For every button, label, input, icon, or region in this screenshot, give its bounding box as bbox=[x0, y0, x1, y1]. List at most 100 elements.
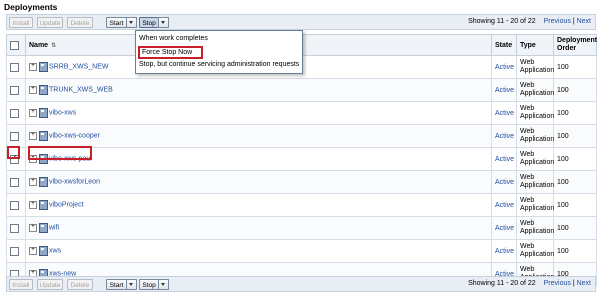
deployment-name-link[interactable]: TRUNK_XWS_WEB bbox=[49, 87, 113, 94]
deployment-order-cell: 100 bbox=[553, 55, 597, 79]
name-cell: + vibo-xwsforLeon bbox=[25, 170, 492, 194]
deployment-name-link[interactable]: wifi bbox=[49, 225, 59, 232]
row-select-cell bbox=[6, 239, 26, 263]
type-cell: Web Application bbox=[516, 124, 554, 148]
row-select-cell bbox=[6, 78, 26, 102]
delete-button[interactable]: Delete bbox=[67, 17, 93, 28]
deployment-order-cell: 100 bbox=[553, 239, 597, 263]
deployment-name-link[interactable]: vibo-xws bbox=[49, 110, 76, 117]
deployment-order-cell: 100 bbox=[553, 216, 597, 240]
row-checkbox[interactable] bbox=[10, 131, 19, 141]
web-application-icon bbox=[39, 246, 48, 256]
table-row: +vibo-xws-paulActiveWeb Application100 bbox=[6, 147, 597, 171]
table-row: + vibo-xwsforLeon Active Web Application 100 bbox=[6, 170, 597, 194]
table-row: + vibo-xws-cooper Active Web Application 100 bbox=[6, 124, 597, 148]
state-cell: Active bbox=[491, 193, 517, 217]
web-application-icon bbox=[39, 131, 48, 141]
web-application-icon bbox=[39, 108, 48, 118]
start-button[interactable]: Start bbox=[106, 17, 127, 28]
table-row: + xws Active Web Application 100 bbox=[6, 239, 597, 263]
expand-icon[interactable]: + bbox=[29, 86, 37, 94]
type-cell: Web Application bbox=[516, 78, 554, 102]
stop-dropdown-arrow[interactable] bbox=[158, 17, 169, 28]
expand-icon[interactable]: + bbox=[29, 132, 37, 140]
state-cell: Active bbox=[491, 101, 517, 125]
deployment-name-link[interactable]: SRRB_XWS_NEW bbox=[49, 64, 109, 71]
chevron-down-icon bbox=[161, 283, 165, 286]
web-application-icon bbox=[39, 85, 48, 95]
deployment-name-link[interactable]: vibo-xwsforLeon bbox=[49, 179, 100, 186]
table-row: + wifi Active Web Application 100 bbox=[6, 216, 597, 240]
install-button[interactable]: Install bbox=[9, 17, 33, 28]
name-header-label: Name bbox=[29, 41, 49, 49]
row-checkbox[interactable] bbox=[10, 108, 19, 118]
name-cell: + viboProject bbox=[25, 193, 492, 217]
expand-icon[interactable]: + bbox=[29, 247, 37, 255]
row-checkbox[interactable] bbox=[10, 85, 19, 95]
stop-dropdown-arrow[interactable] bbox=[158, 279, 169, 290]
state-cell: Active bbox=[491, 147, 517, 171]
deployment-order-cell: 100 bbox=[553, 147, 597, 171]
type-column-header[interactable]: Type bbox=[516, 34, 554, 56]
deployment-order-column-header[interactable]: Deployment Order bbox=[553, 34, 597, 56]
stop-button[interactable]: Stop bbox=[139, 17, 159, 28]
deployment-name-link[interactable]: xws bbox=[49, 248, 61, 255]
select-all-checkbox[interactable] bbox=[10, 40, 19, 50]
row-select-cell bbox=[6, 170, 26, 194]
type-cell: Web Application bbox=[516, 170, 554, 194]
start-dropdown-arrow[interactable] bbox=[126, 17, 137, 28]
menu-item-stop-continue-admin[interactable]: Stop, but continue servicing administrat… bbox=[139, 59, 299, 70]
expand-icon[interactable]: + bbox=[29, 178, 37, 186]
install-button[interactable]: Install bbox=[9, 279, 33, 290]
expand-icon[interactable]: + bbox=[29, 201, 37, 209]
row-checkbox[interactable] bbox=[10, 200, 19, 210]
previous-link[interactable]: Previous bbox=[544, 280, 571, 287]
start-button[interactable]: Start bbox=[106, 279, 127, 290]
expand-icon[interactable]: + bbox=[29, 224, 37, 232]
web-application-icon bbox=[39, 177, 48, 187]
menu-item-force-stop-now[interactable]: Force Stop Now bbox=[138, 46, 203, 59]
expand-icon[interactable]: + bbox=[29, 63, 37, 71]
row-select-cell bbox=[6, 55, 26, 79]
state-cell: Active bbox=[491, 216, 517, 240]
menu-item-when-work-completes[interactable]: When work completes bbox=[139, 33, 208, 44]
state-cell: Active bbox=[491, 55, 517, 79]
state-cell: Active bbox=[491, 170, 517, 194]
start-dropdown-arrow[interactable] bbox=[126, 279, 137, 290]
deployment-name-link[interactable]: vibo-xws-cooper bbox=[49, 133, 100, 140]
stop-dropdown-menu: When work completes Force Stop Now Stop,… bbox=[135, 30, 303, 74]
row-checkbox[interactable] bbox=[10, 246, 19, 256]
next-link[interactable]: Next bbox=[577, 280, 591, 287]
row-checkbox[interactable] bbox=[10, 223, 19, 233]
table-row: + vibo-xws Active Web Application 100 bbox=[6, 101, 597, 125]
delete-button[interactable]: Delete bbox=[67, 279, 93, 290]
row-checkbox[interactable] bbox=[10, 177, 19, 187]
selected-name-highlight bbox=[28, 146, 92, 160]
next-link[interactable]: Next bbox=[577, 18, 591, 25]
chevron-down-icon bbox=[161, 21, 165, 24]
row-select-cell bbox=[6, 216, 26, 240]
previous-link[interactable]: Previous bbox=[544, 18, 571, 25]
stop-button[interactable]: Stop bbox=[139, 279, 159, 290]
deployment-name-link[interactable]: viboProject bbox=[49, 202, 84, 209]
select-all-cell bbox=[6, 34, 26, 56]
row-checkbox[interactable] bbox=[10, 62, 19, 72]
state-cell: Active bbox=[491, 78, 517, 102]
deployments-toolbar-bottom: Install Update Delete Start Stop Showing… bbox=[6, 276, 596, 292]
paging-status: Showing 11 - 20 of 22 bbox=[468, 18, 536, 25]
type-cell: Web Application bbox=[516, 55, 554, 79]
row-select-cell bbox=[6, 193, 26, 217]
name-cell: + TRUNK_XWS_WEB bbox=[25, 78, 492, 102]
sort-icon[interactable]: ⇅ bbox=[51, 43, 56, 49]
web-application-icon bbox=[39, 200, 48, 210]
state-column-header[interactable]: State bbox=[491, 34, 517, 56]
update-button[interactable]: Update bbox=[37, 17, 63, 28]
expand-icon[interactable]: + bbox=[29, 109, 37, 117]
update-button[interactable]: Update bbox=[37, 279, 63, 290]
web-application-icon bbox=[39, 223, 48, 233]
row-select-cell bbox=[6, 124, 26, 148]
page-title: Deployments bbox=[4, 2, 58, 12]
state-cell: Active bbox=[491, 239, 517, 263]
type-cell: Web Application bbox=[516, 147, 554, 171]
row-select-cell bbox=[6, 101, 26, 125]
